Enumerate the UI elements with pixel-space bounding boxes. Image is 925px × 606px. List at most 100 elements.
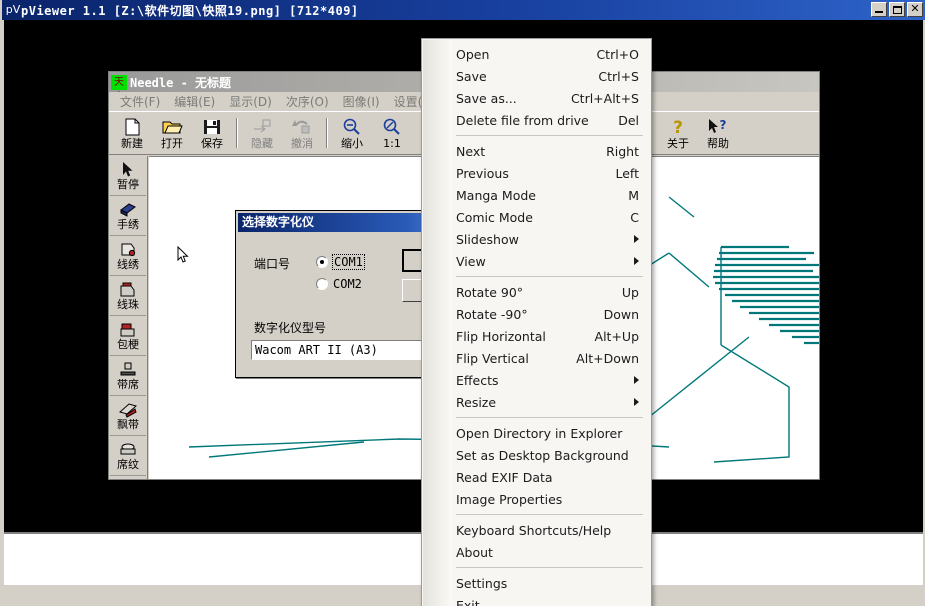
needle-left-toolbar: 暂停 手绣 线绣 线珠 包梗 带席 飘带 席纹 (110, 156, 148, 479)
context-menu-item-slideshow[interactable]: Slideshow (422, 228, 651, 250)
toolbar-help-label: 帮助 (707, 136, 729, 150)
context-menu-item-shortcut: Alt+Up (594, 328, 639, 344)
context-menu-item-label: Set as Desktop Background (456, 447, 629, 463)
menu-order[interactable]: 次序(O) (279, 93, 336, 110)
context-menu-item-image-properties[interactable]: Image Properties (422, 488, 651, 510)
context-menu-separator (456, 417, 643, 418)
context-menu-item-label: Slideshow (456, 231, 519, 247)
context-menu-item-save[interactable]: Save Ctrl+S (422, 65, 651, 87)
sidebar-item-bead-line[interactable]: 线珠 (110, 276, 146, 316)
sidebar-label-floating-ribbon: 飘带 (117, 418, 139, 431)
context-menu-item-delete-file-from-drive[interactable]: Delete file from drive Del (422, 109, 651, 131)
context-menu-item-exit[interactable]: Exit (422, 594, 651, 606)
needle-app-icon: 天木 (111, 74, 127, 103)
toolbar-zoom-actual-label: 1:1 (383, 136, 401, 150)
radio-com1-label: COM1 (332, 254, 365, 270)
context-menu-item-manga-mode[interactable]: Manga Mode M (422, 184, 651, 206)
context-menu-item-settings[interactable]: Settings (422, 572, 651, 594)
line-embroidery-icon (121, 243, 136, 257)
sidebar-item-floating-ribbon[interactable]: 飘带 (110, 396, 146, 436)
toolbar-about-button[interactable]: ? 关于 (658, 113, 698, 153)
context-menu-item-label: Next (456, 143, 486, 159)
close-button[interactable]: ✕ (907, 2, 923, 17)
undo-icon (292, 119, 310, 133)
pviewer-titlebar[interactable]: pV pViewer 1.1 [Z:\软件切图\快照19.png] [712*4… (2, 0, 925, 20)
context-menu-item-shortcut: M (628, 187, 639, 203)
sidebar-label-ribbon-mat: 带席 (117, 378, 139, 391)
toolbar-zoom-actual-button[interactable]: 1:1 (372, 113, 412, 153)
context-menu-item-rotate-90[interactable]: Rotate -90° Down (422, 303, 651, 325)
sidebar-item-ribbon-mat[interactable]: 带席 (110, 356, 146, 396)
context-menu-item-open[interactable]: Open Ctrl+O (422, 43, 651, 65)
context-menu-item-set-as-desktop-background[interactable]: Set as Desktop Background (422, 444, 651, 466)
menu-file[interactable]: 文件(F) (113, 93, 167, 110)
context-menu-item-label: View (456, 253, 486, 269)
radio-com1-indicator[interactable] (316, 256, 328, 268)
context-menu-item-open-directory-in-explorer[interactable]: Open Directory in Explorer (422, 422, 651, 444)
radio-com2-indicator[interactable] (316, 278, 328, 290)
context-menu-item-label: Previous (456, 165, 509, 181)
port-radio-com2[interactable]: COM2 (316, 277, 362, 291)
toolbar-open-button[interactable]: 打开 (152, 113, 192, 153)
maximize-button[interactable] (889, 2, 905, 17)
context-menu-item-keyboard-shortcuts-help[interactable]: Keyboard Shortcuts/Help (422, 519, 651, 541)
context-menu-item-next[interactable]: Next Right (422, 140, 651, 162)
pviewer-window: pV pViewer 1.1 [Z:\软件切图\快照19.png] [712*4… (0, 0, 925, 606)
context-menu-item-label: Flip Vertical (456, 350, 529, 366)
menu-display[interactable]: 显示(D) (222, 93, 279, 110)
hide-icon (254, 119, 271, 132)
menu-edit[interactable]: 编辑(E) (167, 93, 222, 110)
pviewer-title-text: pViewer 1.1 [Z:\软件切图\快照19.png] [712*409] (21, 3, 359, 18)
sidebar-label-mat-pattern: 席纹 (117, 458, 139, 471)
toolbar-save-button[interactable]: 保存 (192, 113, 232, 153)
context-menu-item-shortcut: Ctrl+S (598, 68, 639, 84)
context-menu-item-about[interactable]: About (422, 541, 651, 563)
help-pointer-icon: ? (709, 118, 727, 133)
minimize-button[interactable] (871, 2, 887, 17)
context-menu-item-flip-vertical[interactable]: Flip Vertical Alt+Down (422, 347, 651, 369)
sidebar-item-cording[interactable]: 包梗 (110, 316, 146, 356)
toolbar-help-button[interactable]: ? 帮助 (698, 113, 738, 153)
context-menu-item-flip-horizontal[interactable]: Flip Horizontal Alt+Up (422, 325, 651, 347)
submenu-arrow-icon (634, 398, 639, 406)
toolbar-new-button[interactable]: 新建 (112, 113, 152, 153)
sidebar-item-mat-pattern[interactable]: 席纹 (110, 436, 146, 476)
port-radio-com1[interactable]: COM1 (316, 254, 365, 270)
context-menu-item-comic-mode[interactable]: Comic Mode C (422, 206, 651, 228)
context-menu-item-label: Rotate -90° (456, 306, 528, 322)
viewer-context-menu: Open Ctrl+O Save Ctrl+S Save as... Ctrl+Alt+S… (421, 38, 652, 606)
context-menu-item-shortcut: Ctrl+Alt+S (570, 90, 639, 106)
about-question-icon: ? (673, 118, 683, 137)
context-menu-item-view[interactable]: View (422, 250, 651, 272)
radio-com2-label: COM2 (333, 277, 362, 291)
toolbar-new-label: 新建 (121, 136, 143, 150)
submenu-arrow-icon (634, 235, 639, 243)
toolbar-zoomout-button[interactable]: 缩小 (332, 113, 372, 153)
mat-pattern-icon (120, 443, 136, 455)
context-menu-item-rotate-90[interactable]: Rotate 90° Up (422, 281, 651, 303)
hand-embroidery-icon (120, 203, 136, 217)
toolbar-hide-button[interactable]: 隐藏 (242, 113, 282, 153)
context-menu-item-shortcut: Left (615, 165, 639, 181)
toolbar-undo-button[interactable]: 撤消 (282, 113, 322, 153)
context-menu-item-label: Image Properties (456, 491, 563, 507)
window-controls: ✕ (871, 2, 923, 17)
toolbar-save-label: 保存 (201, 136, 223, 150)
context-menu-item-read-exif-data[interactable]: Read EXIF Data (422, 466, 651, 488)
context-menu-item-label: Effects (456, 372, 499, 388)
sidebar-item-hand-embroidery[interactable]: 手绣 (110, 196, 146, 236)
sidebar-label-bead-line: 线珠 (117, 298, 139, 311)
context-menu-item-previous[interactable]: Previous Left (422, 162, 651, 184)
menu-image[interactable]: 图像(I) (336, 93, 387, 110)
context-menu-item-label: Rotate 90° (456, 284, 524, 300)
context-menu-item-resize[interactable]: Resize (422, 391, 651, 413)
context-menu-item-label: Resize (456, 394, 497, 410)
submenu-arrow-icon (634, 376, 639, 384)
sidebar-item-pause[interactable]: 暂停 (110, 156, 146, 196)
context-menu-item-label: About (456, 544, 493, 560)
sidebar-item-line-embroidery[interactable]: 线绣 (110, 236, 146, 276)
context-menu-item-effects[interactable]: Effects (422, 369, 651, 391)
context-menu-item-save-as[interactable]: Save as... Ctrl+Alt+S (422, 87, 651, 109)
toolbar-separator-2 (326, 118, 328, 148)
context-menu-item-label: Save (456, 68, 487, 84)
